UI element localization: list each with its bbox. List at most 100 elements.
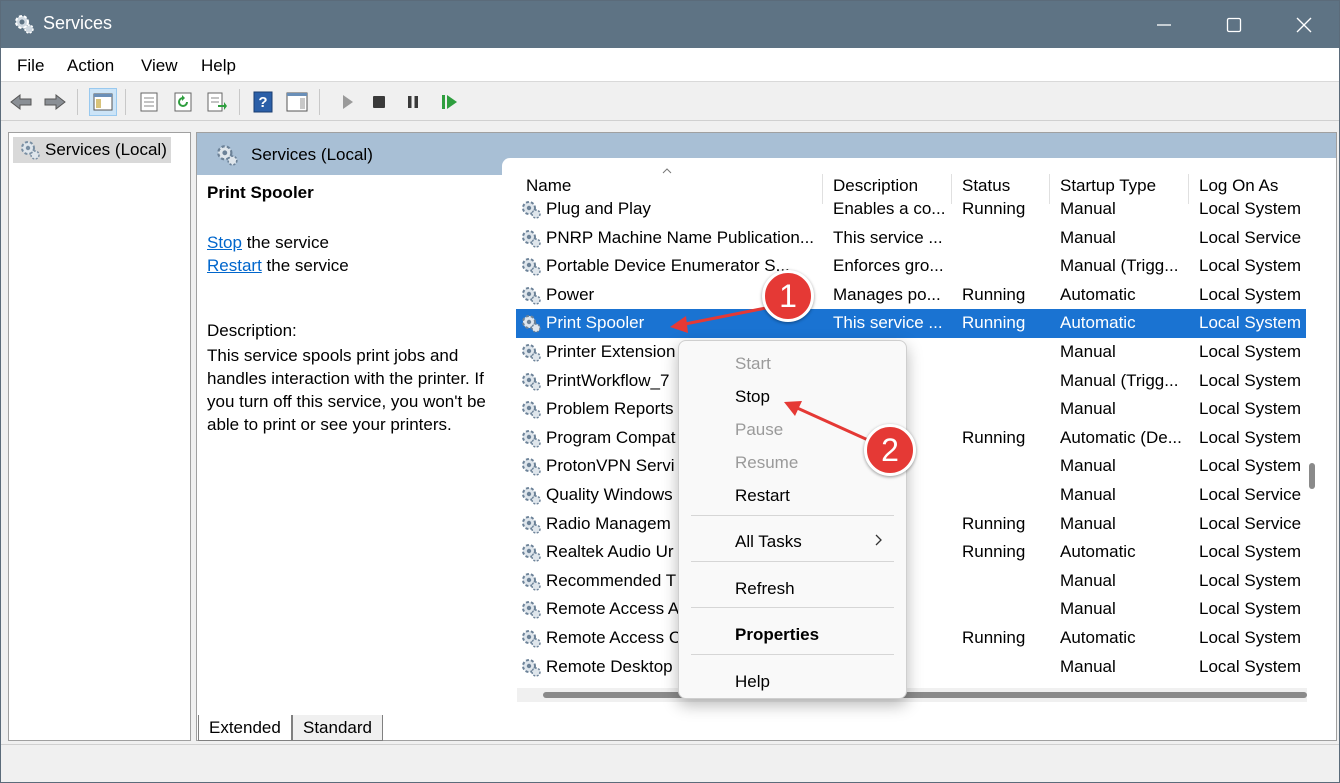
back-arrow-icon bbox=[10, 93, 32, 111]
service-description-cell: Manages po... bbox=[833, 284, 941, 304]
service-row[interactable]: PrintWorkflow_7...sup...Manual (Trigg...… bbox=[516, 367, 1306, 396]
service-gear-icon bbox=[520, 313, 542, 340]
service-row[interactable]: Printer Extension...ce ...ManualLocal Sy… bbox=[516, 338, 1306, 367]
window-title: Services bbox=[43, 13, 113, 33]
service-description-cell: Enables a co... bbox=[833, 199, 945, 218]
service-status-cell: Running bbox=[962, 513, 1026, 533]
tree-item-services-local[interactable]: Services (Local) bbox=[13, 137, 171, 163]
service-row[interactable]: Remote Access A...co...ManualLocal Syste… bbox=[516, 595, 1306, 624]
context-menu-properties[interactable]: Properties bbox=[735, 625, 819, 645]
stop-service-button[interactable] bbox=[365, 88, 393, 116]
column-header-name[interactable]: Name bbox=[526, 176, 571, 196]
start-service-button[interactable] bbox=[333, 88, 361, 116]
pause-service-button[interactable] bbox=[399, 88, 427, 116]
maximize-icon bbox=[1226, 17, 1242, 32]
context-menu-stop[interactable]: Stop bbox=[735, 387, 770, 407]
service-row[interactable]: Recommended T...ut...ManualLocal System bbox=[516, 567, 1306, 596]
services-list: Name Description Status Startup Type Log… bbox=[502, 158, 1336, 718]
service-row[interactable]: PNRP Machine Name Publication... This ser… bbox=[516, 224, 1306, 253]
status-bar bbox=[1, 744, 1339, 782]
services-gear-icon bbox=[13, 13, 35, 35]
service-row[interactable]: Plug and Play Enables a co... Running Manua… bbox=[516, 195, 1306, 224]
service-logon-cell: Local System bbox=[1199, 599, 1302, 619]
service-logon-cell: Local System bbox=[1199, 656, 1302, 676]
vertical-scrollbar-thumb[interactable] bbox=[1309, 463, 1315, 489]
resume-service-button[interactable] bbox=[435, 88, 463, 116]
stop-service-link[interactable]: Stop bbox=[207, 233, 242, 252]
forward-arrow-icon bbox=[44, 93, 66, 111]
service-row[interactable]: Radio Managem...na...RunningManualLocal … bbox=[516, 510, 1306, 539]
service-row[interactable]: Power Manages po... Running Automatic Local … bbox=[516, 281, 1306, 310]
tab-extended[interactable]: Extended bbox=[198, 715, 292, 741]
service-row[interactable]: Problem Reports...ce ...ManualLocal Syst… bbox=[516, 395, 1306, 424]
horizontal-scrollbar-thumb[interactable] bbox=[543, 692, 1307, 698]
context-menu-restart[interactable]: Restart bbox=[735, 486, 790, 506]
service-logon-cell: Local System bbox=[1199, 427, 1302, 447]
services-gear-icon bbox=[19, 139, 41, 169]
title-bar: Services bbox=[1, 1, 1339, 48]
stop-service-icon bbox=[373, 96, 385, 108]
close-button[interactable] bbox=[1269, 1, 1339, 48]
service-status-cell: Running bbox=[962, 199, 1026, 218]
export-list-icon bbox=[207, 92, 227, 112]
context-menu-all-tasks[interactable]: All Tasks bbox=[735, 532, 802, 552]
restart-service-link[interactable]: Restart bbox=[207, 256, 262, 275]
export-list-button[interactable] bbox=[203, 88, 231, 116]
column-header-status[interactable]: Status bbox=[962, 176, 1010, 196]
service-description-cell: Enforces gro... bbox=[833, 256, 944, 276]
context-menu-start[interactable]: Start bbox=[735, 354, 771, 374]
forward-button[interactable] bbox=[41, 88, 69, 116]
help-button[interactable]: ? bbox=[249, 88, 277, 116]
service-status-cell: Running bbox=[962, 628, 1026, 647]
service-row[interactable]: Remote Desktop...es...ManualLocal System bbox=[516, 653, 1306, 682]
maximize-button[interactable] bbox=[1199, 1, 1269, 48]
service-row[interactable]: Remote Access C...di...RunningAutomaticL… bbox=[516, 624, 1306, 653]
services-window: Services File Action View Help ? Service… bbox=[0, 0, 1340, 783]
service-row[interactable]: Quality Windows...Win...ManualLocal Serv… bbox=[516, 481, 1306, 510]
service-gear-icon bbox=[520, 371, 542, 398]
tab-standard[interactable]: Standard bbox=[292, 715, 383, 741]
service-logon-cell: Local System bbox=[1199, 256, 1302, 276]
service-startup-cell: Manual bbox=[1060, 227, 1116, 247]
service-startup-cell: Manual (Trigg... bbox=[1060, 370, 1179, 390]
service-startup-cell: Manual bbox=[1060, 599, 1116, 619]
service-startup-cell: Manual bbox=[1060, 342, 1116, 361]
service-gear-icon bbox=[520, 342, 542, 369]
toolbar-separator bbox=[319, 89, 320, 115]
service-status-cell: Running bbox=[962, 313, 1026, 333]
menu-action[interactable]: Action bbox=[67, 56, 114, 76]
service-gear-icon bbox=[520, 571, 542, 598]
minimize-button[interactable] bbox=[1129, 1, 1199, 48]
column-header-startup-type[interactable]: Startup Type bbox=[1060, 176, 1156, 196]
stop-action: Stop the service bbox=[207, 233, 329, 253]
column-header-description[interactable]: Description bbox=[833, 176, 918, 196]
menu-help[interactable]: Help bbox=[201, 56, 236, 76]
menu-file[interactable]: File bbox=[17, 56, 44, 76]
refresh-button[interactable] bbox=[169, 88, 197, 116]
service-logon-cell: Local System bbox=[1199, 370, 1302, 390]
menu-view[interactable]: View bbox=[141, 56, 178, 76]
context-menu-resume[interactable]: Resume bbox=[735, 453, 798, 473]
back-button[interactable] bbox=[7, 88, 35, 116]
show-hide-action-pane-button[interactable] bbox=[283, 88, 311, 116]
service-startup-cell: Manual bbox=[1060, 513, 1116, 533]
column-header-log-on-as[interactable]: Log On As bbox=[1199, 176, 1278, 196]
show-hide-tree-button[interactable] bbox=[89, 88, 117, 116]
service-row[interactable]: Portable Device Enumerator S... Enforces … bbox=[516, 252, 1306, 281]
context-menu-refresh[interactable]: Refresh bbox=[735, 579, 795, 599]
service-row[interactable]: Realtek Audio Ur...udi...RunningAutomati… bbox=[516, 538, 1306, 567]
service-startup-cell: Automatic bbox=[1060, 313, 1136, 333]
service-row[interactable]: Print Spooler This service ... Running Auto… bbox=[516, 309, 1306, 338]
pause-service-icon bbox=[408, 96, 418, 108]
service-logon-cell: Local Service bbox=[1199, 513, 1302, 533]
service-startup-cell: Manual bbox=[1060, 399, 1116, 419]
context-menu-help[interactable]: Help bbox=[735, 672, 770, 692]
service-logon-cell: Local System bbox=[1199, 199, 1302, 218]
service-logon-cell: Local Service bbox=[1199, 227, 1302, 247]
callout-badge-1: 1 bbox=[762, 270, 814, 322]
pane-header-title: Services (Local) bbox=[251, 145, 373, 164]
toolbar: ? bbox=[1, 83, 1339, 121]
context-menu-pause[interactable]: Pause bbox=[735, 420, 783, 440]
help-icon: ? bbox=[253, 91, 273, 113]
properties-button[interactable] bbox=[135, 88, 163, 116]
